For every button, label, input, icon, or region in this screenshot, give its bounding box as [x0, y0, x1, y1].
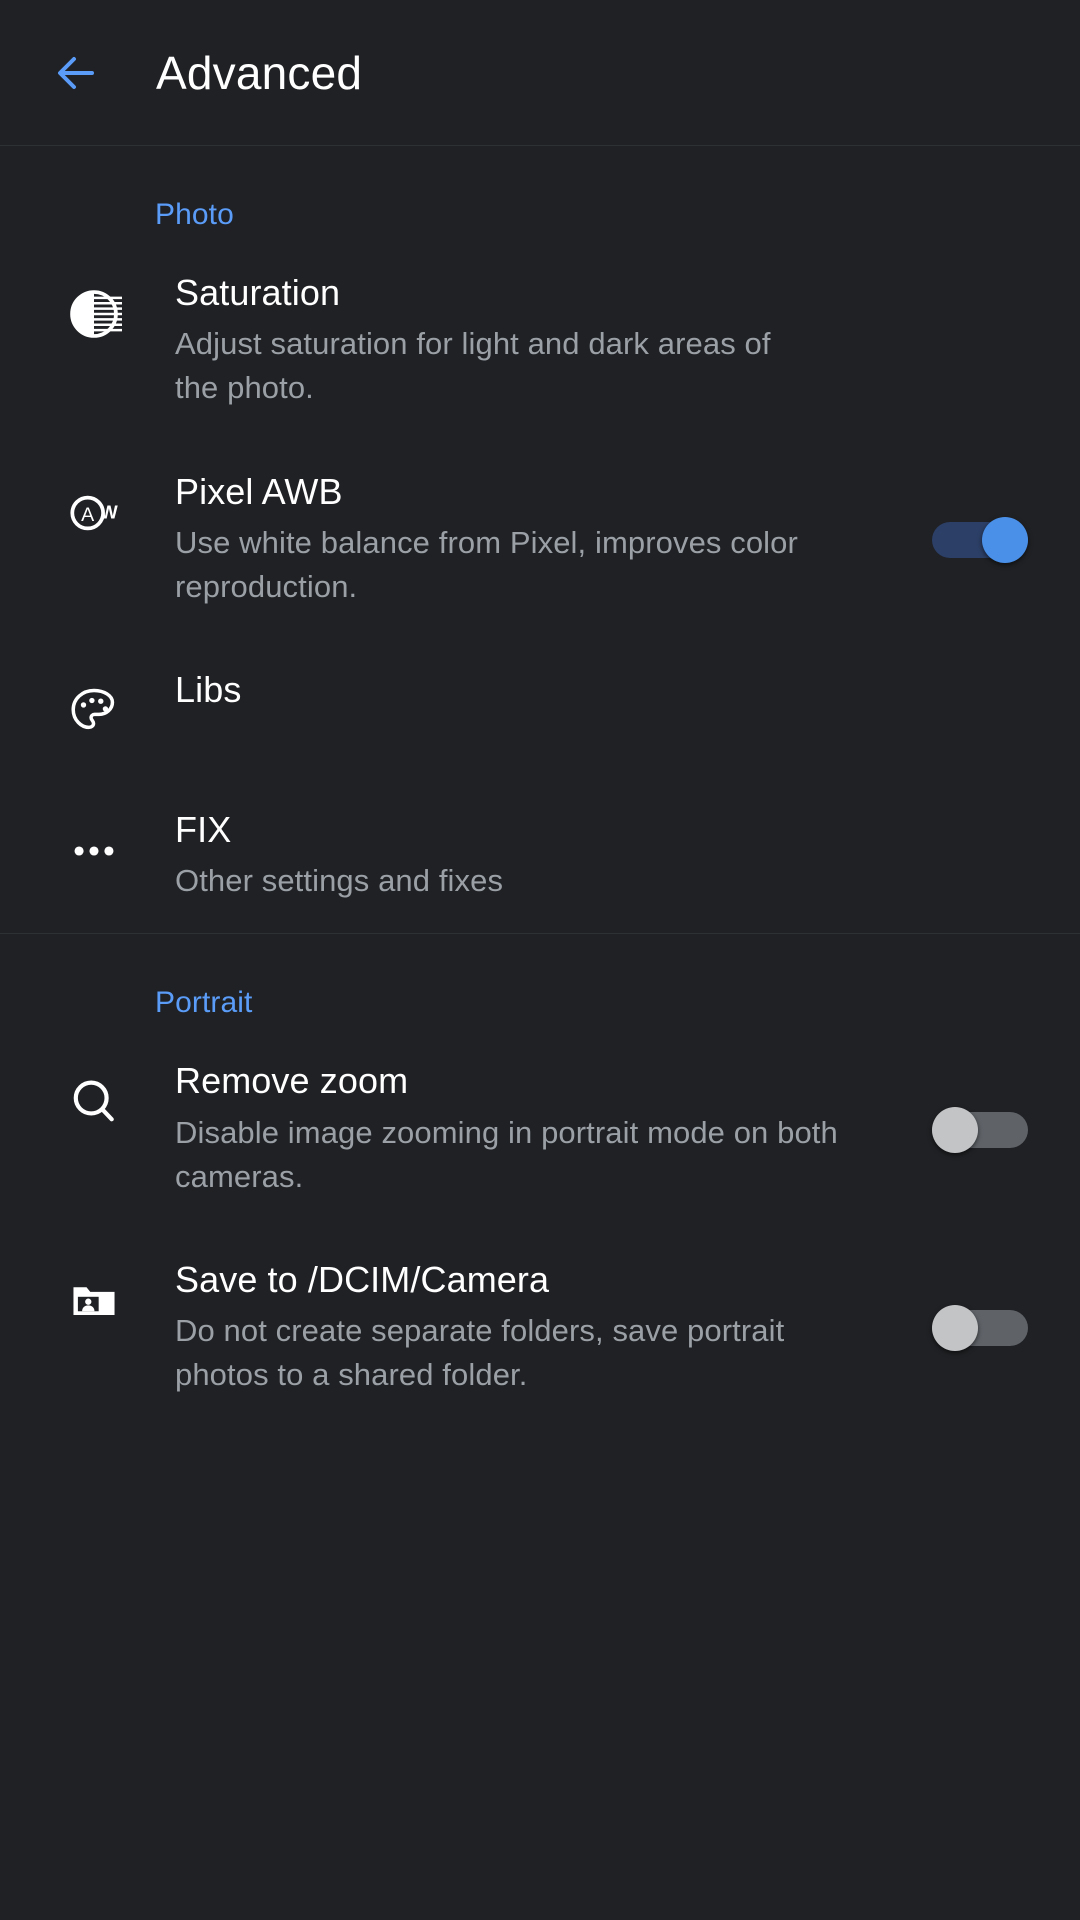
app-bar: Advanced: [0, 0, 1080, 146]
section-header-photo: Photo: [155, 198, 234, 231]
setting-text-save-to-dcim: Save to /DCIM/Camera Do not create separ…: [132, 1259, 920, 1398]
svg-text:W: W: [100, 501, 118, 522]
bottom-spacer: [0, 1427, 1080, 1920]
arrow-left-icon: [52, 49, 100, 97]
toggle-pixel-awb[interactable]: [932, 516, 1028, 563]
setting-control: [920, 1106, 1040, 1153]
advanced-settings-screen: Advanced Photo Saturation Adjust saturat…: [0, 0, 1080, 1920]
setting-row-remove-zoom[interactable]: Remove zoom Disable image zooming in por…: [0, 1030, 1080, 1229]
setting-description: Use white balance from Pixel, improves c…: [175, 524, 798, 604]
setting-title: FIX: [175, 809, 232, 850]
setting-text-remove-zoom: Remove zoom Disable image zooming in por…: [132, 1060, 920, 1199]
setting-row-saturation[interactable]: Saturation Adjust saturation for light a…: [0, 242, 1080, 441]
palette-icon: [56, 673, 132, 749]
setting-text-saturation: Saturation Adjust saturation for light a…: [132, 272, 920, 411]
page-title: Advanced: [156, 46, 363, 99]
setting-description: Other settings and fixes: [175, 863, 504, 899]
setting-text-pixel-awb: Pixel AWB Use white balance from Pixel, …: [132, 471, 920, 610]
toggle-thumb: [982, 516, 1028, 563]
setting-description: Adjust saturation for light and dark are…: [175, 326, 771, 406]
setting-row-fix[interactable]: FIX Other settings and fixes: [0, 779, 1080, 933]
setting-text-libs: Libs: [132, 669, 920, 711]
setting-control: [920, 516, 1040, 563]
search-icon: [56, 1064, 132, 1140]
setting-description: Disable image zooming in portrait mode o…: [175, 1114, 838, 1194]
setting-title: Save to /DCIM/Camera: [175, 1258, 550, 1300]
setting-title: Saturation: [175, 272, 341, 313]
setting-title: Remove zoom: [175, 1060, 409, 1102]
svg-text:A: A: [81, 503, 95, 525]
toggle-thumb: [932, 1106, 978, 1153]
more-horizontal-icon: [56, 813, 132, 889]
section-header-portrait: Portrait: [155, 986, 253, 1020]
section-portrait: Portrait Remove zoom Disable image zoomi…: [0, 933, 1080, 1427]
toggle-thumb: [932, 1305, 978, 1352]
toggle-save-to-dcim[interactable]: [932, 1305, 1028, 1352]
tonality-icon: [56, 276, 132, 352]
setting-title: Pixel AWB: [175, 470, 343, 512]
setting-title: Libs: [175, 669, 242, 710]
toggle-remove-zoom[interactable]: [932, 1106, 1028, 1153]
setting-row-libs[interactable]: Libs: [0, 639, 1080, 779]
setting-description: Do not create separate folders, save por…: [175, 1313, 785, 1393]
section-photo: Photo Saturation Adjust saturation for l…: [0, 146, 1080, 933]
setting-row-save-to-dcim[interactable]: Save to /DCIM/Camera Do not create separ…: [0, 1229, 1080, 1428]
setting-text-fix: FIX Other settings and fixes: [132, 809, 920, 903]
auto-white-balance-icon: A W: [56, 475, 132, 551]
setting-row-pixel-awb[interactable]: A W Pixel AWB Use white balance from Pix…: [0, 441, 1080, 640]
back-button[interactable]: [40, 37, 112, 109]
setting-control: [920, 1305, 1040, 1352]
folder-person-icon: [56, 1263, 132, 1339]
